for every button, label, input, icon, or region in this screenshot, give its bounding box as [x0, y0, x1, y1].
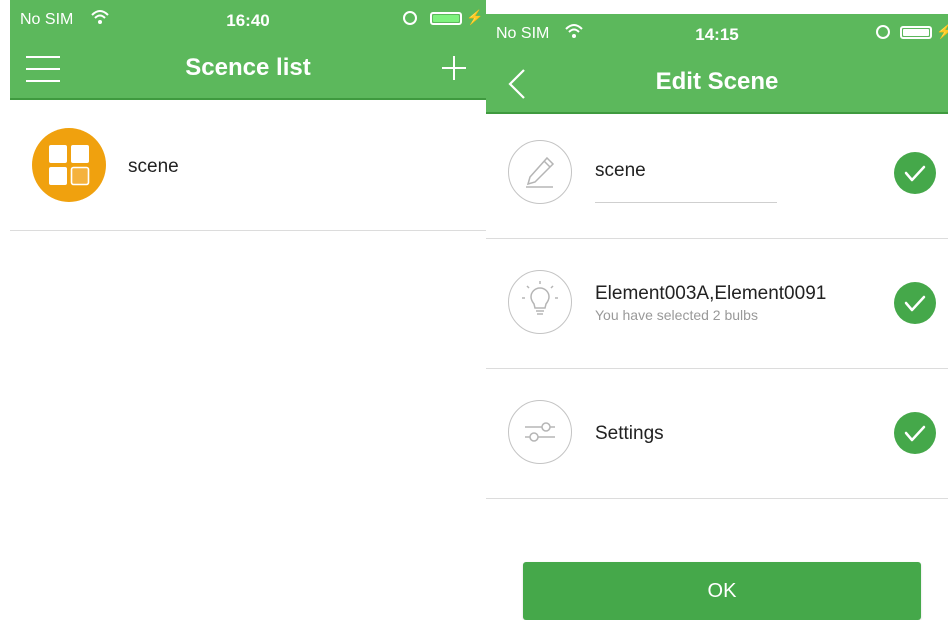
battery-icon: [430, 12, 462, 25]
scene-name: scene: [128, 156, 179, 177]
scene-name-row: scene: [486, 108, 948, 239]
pencil-icon-ring: [508, 140, 572, 204]
charging-icon: ⚡: [466, 9, 484, 25]
status-bar: No SIM 14:15 ⚡: [486, 14, 948, 52]
ok-button[interactable]: OK: [523, 562, 921, 620]
add-icon[interactable]: [440, 54, 468, 82]
page-title: Scence list: [185, 54, 311, 81]
check-icon[interactable]: [894, 412, 936, 454]
rotation-lock-icon: [403, 11, 417, 25]
battery-icon: [900, 26, 932, 39]
sliders-icon: [525, 422, 555, 442]
status-bar: No SIM 16:40 ⚡: [10, 0, 486, 38]
nav-bar: Scence list: [10, 38, 486, 100]
edit-scene-screen: No SIM 14:15 ⚡ Edit Scene scene Element0…: [486, 14, 948, 620]
rotation-lock-icon: [876, 25, 890, 39]
page-title: Edit Scene: [655, 68, 779, 95]
selected-bulbs-count: You have selected 2 bulbs: [595, 307, 758, 323]
input-underline: [595, 202, 777, 203]
scene-avatar: [32, 128, 106, 202]
nav-bar: Edit Scene: [486, 52, 948, 114]
selected-bulbs-label: Element003A,Element0091: [595, 283, 827, 304]
list-item[interactable]: scene: [10, 100, 486, 231]
charging-icon: ⚡: [936, 23, 948, 39]
check-icon[interactable]: [894, 152, 936, 194]
bulbs-row[interactable]: Element003A,Element0091 You have selecte…: [486, 238, 948, 369]
bulb-icon: [522, 281, 558, 315]
scene-list-screen: No SIM 16:40 ⚡ Scence list scene: [10, 0, 486, 620]
scene-grid-icon: [49, 145, 90, 186]
pencil-icon: [526, 156, 555, 188]
sliders-icon-ring: [508, 400, 572, 464]
scene-name-input[interactable]: scene: [595, 160, 646, 182]
check-icon[interactable]: [894, 282, 936, 324]
bulb-icon-ring: [508, 270, 572, 334]
settings-label: Settings: [595, 423, 664, 444]
settings-row[interactable]: Settings: [486, 368, 948, 499]
